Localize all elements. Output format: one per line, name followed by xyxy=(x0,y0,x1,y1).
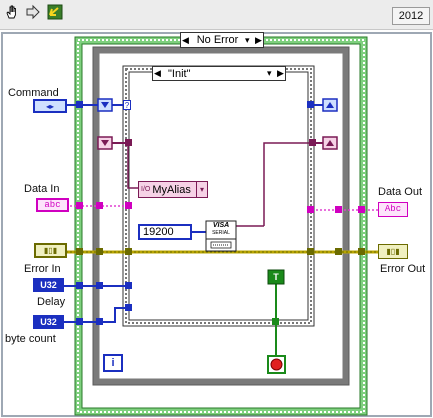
error-out-label: Error Out xyxy=(380,263,426,275)
visa-node-title: VISA xyxy=(212,222,230,229)
visa-resource-name: MyAlias xyxy=(152,183,191,196)
loop-condition-terminal xyxy=(267,355,286,374)
inner-selector-left-icon[interactable]: ◀ xyxy=(153,68,162,79)
error-in-label: Error In xyxy=(24,263,61,275)
visa-dropdown-icon[interactable]: ▾ xyxy=(196,182,207,197)
iteration-terminal: i xyxy=(111,357,115,369)
delay-label: Delay xyxy=(37,296,66,308)
inner-selector-right-icon[interactable]: ▶ xyxy=(276,68,285,79)
outer-case-selector[interactable]: ◀ No Error ▾ ▶ xyxy=(180,32,264,48)
error-in-cluster-terminal[interactable]: ▮▯▮ xyxy=(34,243,67,258)
delay-u32-terminal[interactable]: U32 xyxy=(33,315,64,329)
true-constant[interactable]: T xyxy=(268,270,284,284)
version-year: 2012 xyxy=(392,7,430,25)
error-in-u32-terminal[interactable]: U32 xyxy=(33,278,64,292)
visa-io-prefix: I/O xyxy=(141,186,151,193)
error-out-cluster-indicator[interactable]: ▮▯▮ xyxy=(378,244,408,259)
data-in-label: Data In xyxy=(24,183,60,195)
hand-icon[interactable] xyxy=(3,3,21,21)
command-label: Command xyxy=(8,87,59,99)
baud-rate-constant[interactable]: 19200 xyxy=(138,224,192,240)
block-diagram: ◀ No Error ▾ ▶ ◀ "Init" ▾ ▶ Command ◂▸ ?… xyxy=(0,30,433,418)
selector-down-icon[interactable]: ▾ xyxy=(245,35,254,46)
toolbar: 2012 xyxy=(0,0,433,30)
outer-case-label: No Error xyxy=(196,34,239,46)
visa-resource-constant[interactable]: I/O MyAlias ▾ xyxy=(138,181,208,198)
case-selector-terminal-icon: ? xyxy=(123,100,131,110)
command-enum-terminal[interactable]: ◂▸ xyxy=(33,99,67,113)
selector-right-arrow-icon[interactable]: ▶ xyxy=(254,35,263,46)
inner-case-selector[interactable]: ◀ "Init" ▾ ▶ xyxy=(152,66,286,81)
step-icon[interactable] xyxy=(46,3,64,21)
arrow-right-icon[interactable] xyxy=(24,3,42,21)
inner-case-label: "Init" xyxy=(168,67,191,80)
inner-selector-down-icon[interactable]: ▾ xyxy=(267,68,276,79)
visa-node-subtitle: SERIAL xyxy=(212,230,230,236)
data-out-label: Data Out xyxy=(378,186,423,198)
data-out-indicator[interactable]: Abc xyxy=(378,202,408,217)
selector-left-arrow-icon[interactable]: ◀ xyxy=(181,35,190,46)
data-in-terminal[interactable]: abc xyxy=(36,198,69,212)
byte-count-label: byte count xyxy=(5,333,56,345)
